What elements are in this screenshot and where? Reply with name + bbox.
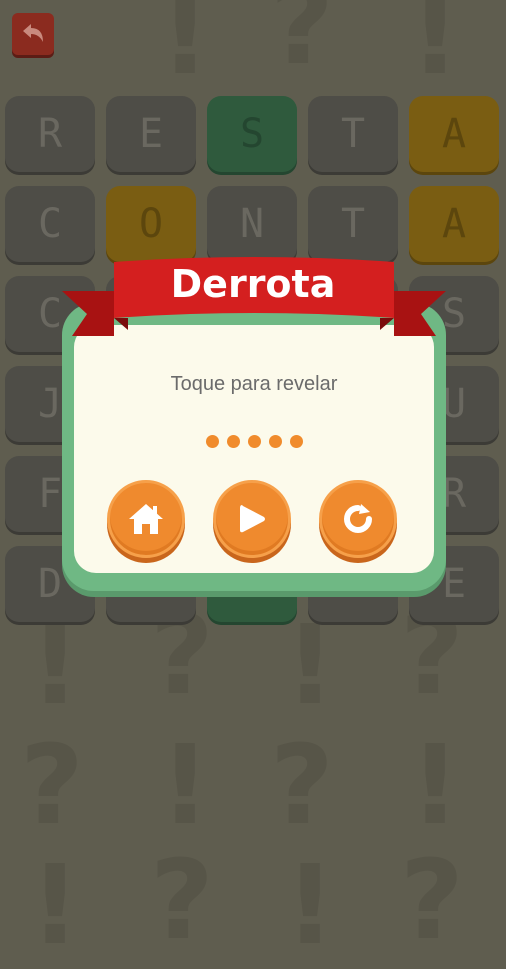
background-exclamation-icon: ! — [285, 841, 336, 969]
board-tile: C — [5, 186, 95, 262]
background-question-icon: ? — [270, 0, 334, 89]
hidden-word-dots[interactable] — [74, 435, 434, 453]
background-exclamation-icon: ! — [410, 0, 461, 99]
background-exclamation-icon: ! — [285, 601, 336, 729]
board-tile: A — [409, 186, 499, 262]
background-question-icon: ? — [400, 836, 464, 964]
hidden-letter-dot[interactable] — [289, 435, 303, 448]
background-question-icon: ? — [150, 836, 214, 964]
board-tile: T — [308, 186, 398, 262]
board-tile: N — [207, 186, 297, 262]
board-tile: E — [106, 96, 196, 172]
board-tile: A — [409, 96, 499, 172]
board-tile: R — [5, 96, 95, 172]
background-exclamation-icon: ! — [30, 841, 81, 969]
play-button[interactable] — [213, 480, 291, 558]
board-tile: T — [308, 96, 398, 172]
play-icon — [240, 505, 265, 533]
background-exclamation-icon: ! — [410, 721, 461, 849]
home-icon — [129, 504, 163, 534]
hidden-letter-dot[interactable] — [268, 435, 282, 448]
dialog-title: Derrota — [170, 262, 336, 306]
background-question-icon: ? — [270, 721, 334, 849]
home-button[interactable] — [107, 480, 185, 558]
board-tile: O — [106, 186, 196, 262]
background-exclamation-icon: ! — [160, 721, 211, 849]
board-tile: S — [207, 96, 297, 172]
background-question-icon: ? — [20, 721, 84, 849]
back-button[interactable] — [12, 13, 54, 55]
hidden-letter-dot[interactable] — [226, 435, 240, 448]
hidden-letter-dot[interactable] — [247, 435, 261, 448]
restart-button[interactable] — [319, 480, 397, 558]
back-arrow-icon — [23, 24, 43, 42]
restart-icon — [344, 504, 372, 533]
background-exclamation-icon: ! — [160, 0, 211, 99]
reveal-hint[interactable]: Toque para revelar — [74, 373, 434, 396]
hidden-letter-dot[interactable] — [205, 435, 219, 448]
dialog-panel[interactable]: Toque para revelar — [74, 325, 434, 573]
background-exclamation-icon: ! — [30, 601, 81, 729]
